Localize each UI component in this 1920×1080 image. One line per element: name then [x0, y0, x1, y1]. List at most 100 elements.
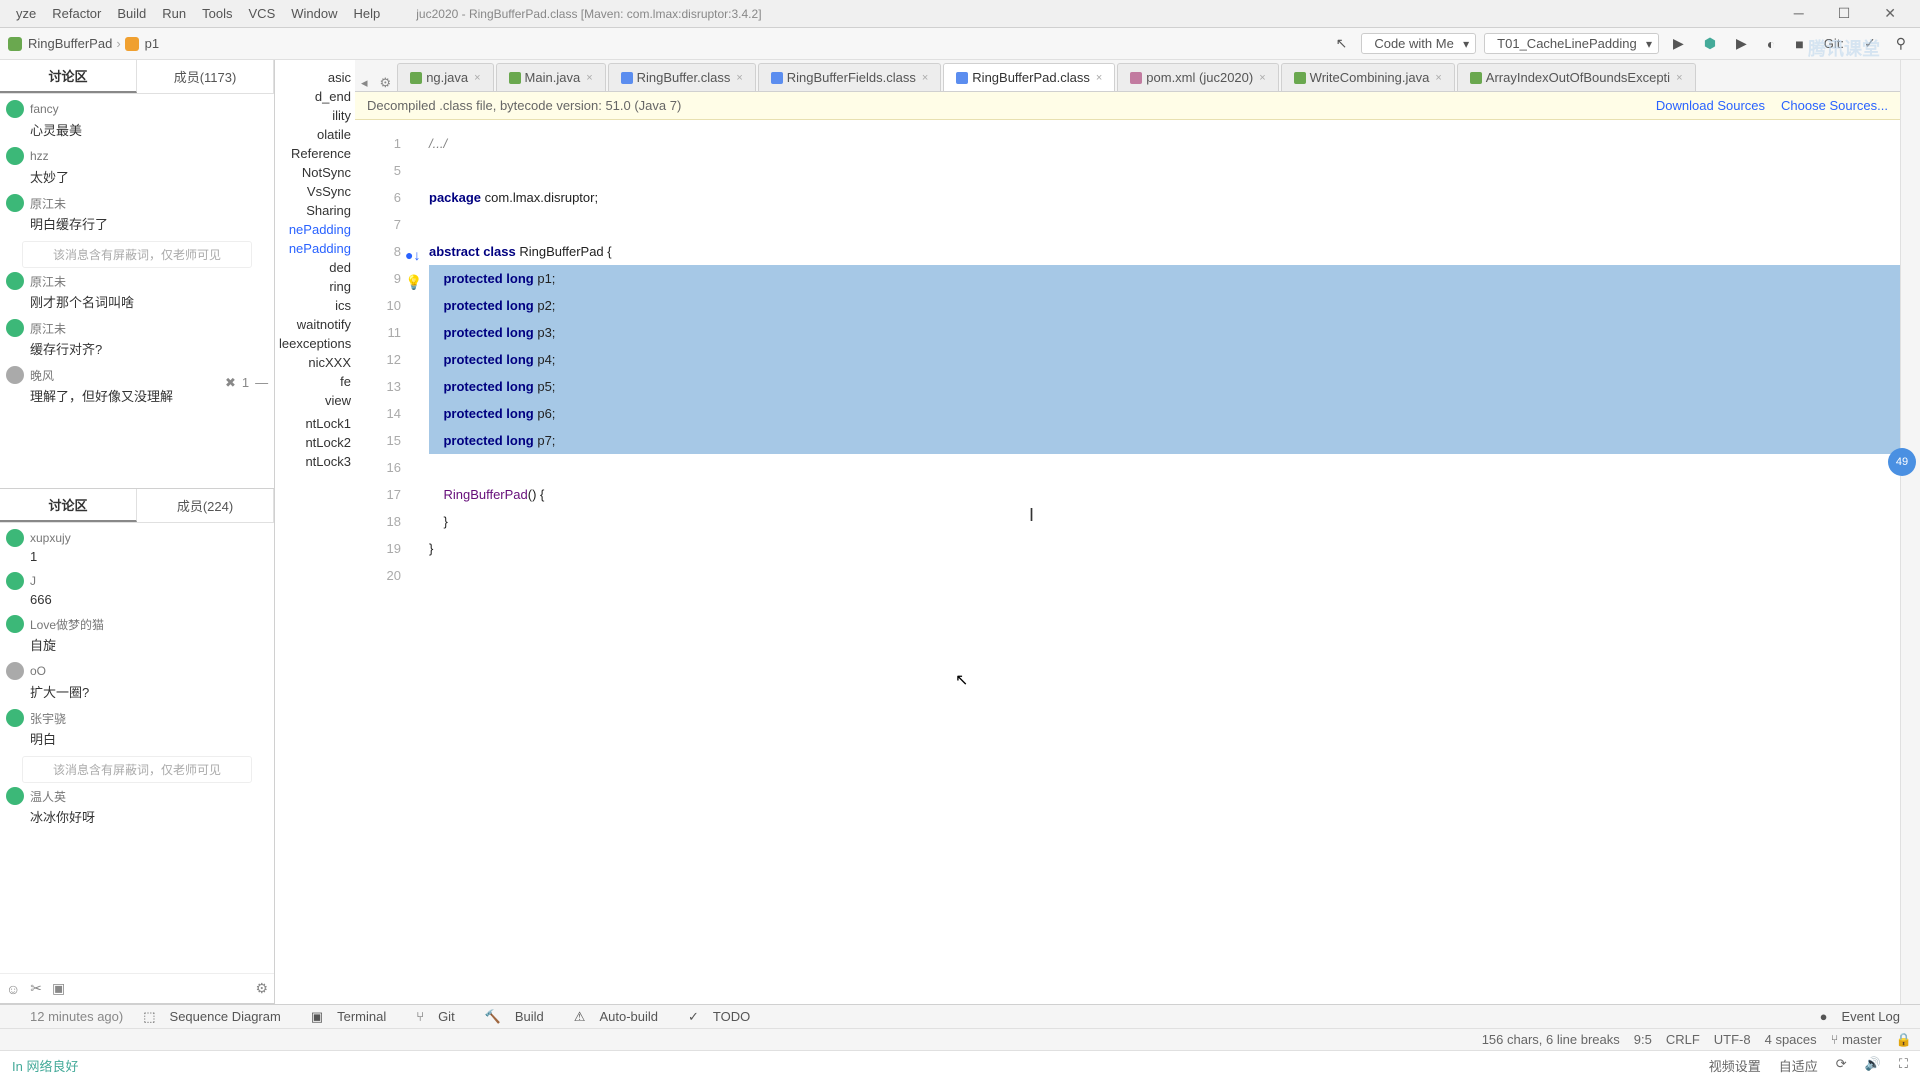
menu-analyze[interactable]: yze [8, 6, 44, 21]
menu-refactor[interactable]: Refactor [44, 6, 109, 21]
tree-item[interactable]: nePadding [275, 220, 355, 239]
todo-button[interactable]: ✓ TODO [678, 1009, 770, 1025]
tab-close-icon[interactable]: × [1259, 72, 1265, 84]
tree-item[interactable]: ntLock1 [275, 414, 355, 433]
run-button[interactable]: ▶ [1667, 33, 1690, 54]
code-line[interactable]: /.../ [429, 130, 1900, 157]
code-line[interactable]: package com.lmax.disruptor; [429, 184, 1900, 211]
tab-discussion[interactable]: 讨论区 [0, 60, 137, 93]
project-tree[interactable]: asic d_end ility olatile Reference NotSy… [275, 60, 355, 1004]
tree-item[interactable]: d_end [275, 87, 355, 106]
encoding[interactable]: UTF-8 [1714, 1032, 1751, 1048]
tree-item[interactable]: view [275, 391, 355, 410]
code-editor[interactable]: 15678●↓9💡1011121314151617181920 /.../ pa… [355, 120, 1900, 1004]
code-line[interactable]: protected long p3; [429, 319, 1900, 346]
back-icon[interactable]: ↖ [1330, 33, 1354, 54]
editor-tab[interactable]: Main.java× [496, 63, 606, 91]
image-icon[interactable]: ▣ [52, 980, 65, 997]
tree-item[interactable]: olatile [275, 125, 355, 144]
code-line[interactable]: protected long p1; [429, 265, 1900, 292]
gutter-line[interactable]: 1 [355, 130, 401, 157]
gutter-line[interactable]: 9💡 [355, 265, 401, 292]
code-line[interactable]: abstract class RingBufferPad { [429, 238, 1900, 265]
breadcrumb[interactable]: RingBufferPad › p1 [8, 36, 159, 51]
right-sidebar[interactable] [1900, 60, 1920, 1004]
menu-tools[interactable]: Tools [194, 6, 240, 21]
editor-tab[interactable]: ArrayIndexOutOfBoundsExcepti× [1457, 63, 1696, 91]
tree-item[interactable]: nePadding [275, 239, 355, 258]
menu-vcs[interactable]: VCS [241, 6, 284, 21]
code-line[interactable] [429, 157, 1900, 184]
sequence-diagram-button[interactable]: ⬚ Sequence Diagram [133, 1009, 301, 1025]
panel-pin-icon[interactable]: ✖ [225, 375, 236, 391]
fullscreen-icon[interactable]: ⛶ [1899, 1056, 1908, 1075]
code-line[interactable]: protected long p5; [429, 373, 1900, 400]
code-line[interactable]: RingBufferPad() { [429, 481, 1900, 508]
debug-icon[interactable]: ⬢ [1698, 33, 1722, 54]
scissors-icon[interactable]: ✂ [30, 980, 42, 997]
tree-item[interactable]: waitnotify [275, 315, 355, 334]
intention-bulb-icon[interactable]: 💡 [405, 269, 417, 281]
gear-icon[interactable]: ⚙ [255, 980, 268, 997]
cursor-position[interactable]: 9:5 [1634, 1032, 1652, 1048]
download-sources-link[interactable]: Download Sources [1656, 98, 1765, 113]
gutter-line[interactable]: 8●↓ [355, 238, 401, 265]
tree-item[interactable]: ntLock2 [275, 433, 355, 452]
override-icon[interactable]: ●↓ [405, 242, 417, 254]
video-settings-button[interactable]: 视频设置 [1709, 1056, 1761, 1075]
build-button[interactable]: 🔨 Build [475, 1009, 564, 1025]
gutter-line[interactable]: 12 [355, 346, 401, 373]
menu-window[interactable]: Window [283, 6, 345, 21]
code-with-me-dropdown[interactable]: Code with Me ▾ [1361, 33, 1476, 54]
maximize-icon[interactable]: ☐ [1830, 5, 1859, 22]
gutter-line[interactable]: 16 [355, 454, 401, 481]
tree-item[interactable]: ics [275, 296, 355, 315]
tree-item[interactable]: leexceptions [275, 334, 355, 353]
tree-item[interactable]: nicXXX [275, 353, 355, 372]
terminal-button[interactable]: ▣ Terminal [301, 1009, 406, 1025]
refresh-icon[interactable]: ⟳ [1836, 1056, 1847, 1075]
tab-close-icon[interactable]: × [1096, 72, 1102, 84]
minimize-icon[interactable]: ─ [1786, 5, 1812, 22]
code-line[interactable]: } [429, 535, 1900, 562]
tab-members[interactable]: 成员(224) [137, 489, 274, 522]
tab-close-icon[interactable]: × [922, 72, 928, 84]
tree-item[interactable]: ring [275, 277, 355, 296]
lock-icon[interactable]: 🔒 [1896, 1032, 1912, 1048]
tab-close-icon[interactable]: × [586, 72, 592, 84]
code-line[interactable]: protected long p4; [429, 346, 1900, 373]
stop-icon[interactable]: ■ [1789, 34, 1809, 54]
float-badge[interactable]: 49 [1888, 448, 1916, 476]
tab-close-icon[interactable]: × [736, 72, 742, 84]
tab-members[interactable]: 成员(1173) [137, 60, 274, 93]
indent-info[interactable]: 4 spaces [1765, 1032, 1817, 1048]
code-line[interactable]: protected long p7; [429, 427, 1900, 454]
tab-settings-icon[interactable]: ⚙ [374, 75, 398, 91]
tab-nav-left-icon[interactable]: ◂ [355, 75, 374, 91]
gutter-line[interactable]: 14 [355, 400, 401, 427]
tree-item[interactable]: ded [275, 258, 355, 277]
editor-tab[interactable]: ng.java× [397, 63, 493, 91]
gutter-line[interactable]: 10 [355, 292, 401, 319]
editor-tab[interactable]: RingBuffer.class× [608, 63, 756, 91]
panel-minimize-icon[interactable]: — [255, 375, 268, 391]
gutter-line[interactable]: 19 [355, 535, 401, 562]
code-line[interactable] [429, 454, 1900, 481]
gutter-line[interactable]: 18 [355, 508, 401, 535]
code-line[interactable] [429, 211, 1900, 238]
gutter-line[interactable]: 5 [355, 157, 401, 184]
tree-item[interactable]: Reference [275, 144, 355, 163]
editor-tab[interactable]: pom.xml (juc2020)× [1117, 63, 1278, 91]
gutter-line[interactable]: 17 [355, 481, 401, 508]
search-icon[interactable]: ⚲ [1890, 33, 1912, 54]
tree-item[interactable]: ntLock3 [275, 452, 355, 471]
tree-item[interactable]: fe [275, 372, 355, 391]
line-ending[interactable]: CRLF [1666, 1032, 1700, 1048]
tab-close-icon[interactable]: × [1676, 72, 1682, 84]
tree-item[interactable]: VsSync [275, 182, 355, 201]
code-line[interactable]: protected long p2; [429, 292, 1900, 319]
gutter-line[interactable]: 11 [355, 319, 401, 346]
video-auto-button[interactable]: 自适应 [1779, 1056, 1818, 1075]
menu-run[interactable]: Run [154, 6, 194, 21]
tree-item[interactable]: asic [275, 68, 355, 87]
